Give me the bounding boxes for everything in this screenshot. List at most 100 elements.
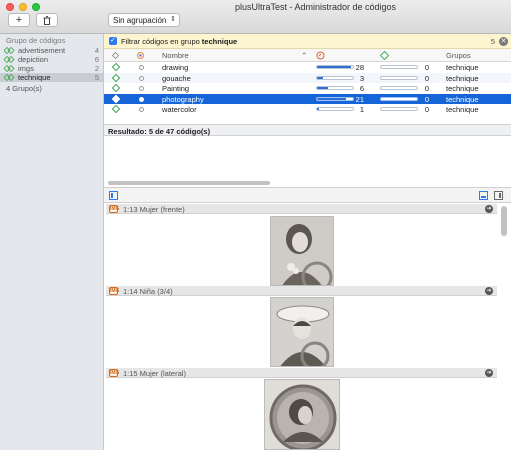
image-quotation-icon: IMG — [109, 205, 120, 213]
links-bar — [380, 86, 418, 90]
sidebar-group-imgs[interactable]: imgs 2 — [0, 64, 103, 73]
go-to-quotation-icon[interactable]: ➔ — [485, 287, 493, 295]
add-code-button[interactable]: + — [8, 13, 30, 27]
code-name: watercolor — [162, 105, 197, 114]
column-header-name[interactable]: Nombre — [162, 51, 189, 60]
code-column-icon[interactable] — [112, 52, 119, 59]
code-icon — [111, 104, 121, 114]
links-bar — [380, 107, 418, 111]
code-color-dot[interactable] — [139, 65, 144, 70]
quotations-bar — [316, 75, 354, 80]
table-row[interactable]: watercolor 1 0 technique — [104, 104, 511, 115]
links-count: 0 — [424, 94, 429, 104]
show-bottom-pane-icon[interactable] — [479, 191, 488, 200]
quotations-column-icon[interactable] — [316, 51, 325, 60]
code-groups-sidebar: Grupo de códigos advertisement 4 depicti… — [0, 34, 104, 450]
code-group: technique — [446, 105, 479, 114]
group-count: 6 — [94, 55, 99, 64]
quotations-bar-fill — [317, 76, 324, 79]
code-group: technique — [446, 84, 479, 93]
chevron-updown-icon: ⇕ — [170, 16, 176, 23]
title-bar: plusUltraTest - Administrador de códigos… — [0, 0, 511, 34]
group-name: imgs — [18, 64, 34, 73]
quotations-count: 21 — [355, 94, 364, 104]
code-group: technique — [446, 63, 479, 72]
links-bar — [380, 65, 418, 69]
go-to-quotation-icon[interactable]: ➔ — [485, 205, 493, 213]
code-icon — [111, 83, 121, 93]
delete-code-button[interactable] — [36, 13, 58, 27]
sidebar-header: Grupo de códigos — [6, 36, 66, 45]
show-right-pane-icon[interactable] — [494, 191, 503, 200]
quotations-bar — [316, 107, 354, 111]
horizontal-scrollbar[interactable] — [108, 181, 270, 185]
filter-checkbox[interactable]: ✓ — [109, 37, 117, 45]
close-filter-icon[interactable]: ✕ — [499, 37, 508, 46]
group-name: advertisement — [18, 46, 66, 55]
filter-group: technique — [201, 36, 238, 46]
toggle-sidebar-icon[interactable] — [109, 191, 118, 200]
links-bar — [380, 96, 418, 101]
vertical-scrollbar[interactable] — [501, 206, 507, 236]
group-count: 5 — [94, 73, 99, 82]
code-group: technique — [446, 73, 479, 83]
links-count: 0 — [424, 73, 429, 83]
image-quotation-icon: IMG — [109, 287, 120, 295]
result-summary: Resultado: 5 de 47 código(s) — [104, 124, 511, 136]
sort-ascending-icon[interactable]: ⌃ — [301, 51, 307, 60]
quotation-label: 1:14 Niña (3/4) — [123, 287, 173, 296]
code-color-dot[interactable] — [139, 107, 144, 112]
code-icon — [111, 94, 121, 103]
quotations-bar — [316, 96, 354, 101]
trash-icon — [43, 15, 51, 25]
quotation-label: 1:15 Mujer (lateral) — [123, 369, 186, 378]
code-group-icon — [4, 65, 15, 72]
table-row[interactable]: Painting 6 0 technique — [104, 83, 511, 94]
quotations-count: 3 — [359, 73, 364, 83]
quotation-toolbar — [104, 188, 511, 203]
code-icon — [111, 73, 121, 82]
sidebar-group-technique[interactable]: technique 5 — [0, 73, 103, 82]
grouping-select[interactable]: Sin agrupación ⇕ — [108, 13, 180, 27]
group-name: depiction — [18, 55, 49, 64]
table-row[interactable]: photography 21 0 technique — [104, 93, 511, 104]
quotation-header[interactable]: IMG 1:14 Niña (3/4) ➔ — [106, 286, 497, 296]
go-to-quotation-icon[interactable]: ➔ — [485, 369, 493, 377]
table-body: drawing 28 0 technique gouache 3 0 technique Pai… — [104, 62, 511, 115]
quotations-count: 6 — [359, 84, 364, 93]
quotations-panel: IMG 1:13 Mujer (frente) ➔ IMG 1:14 Niña … — [104, 204, 499, 450]
color-column-icon[interactable] — [137, 52, 144, 59]
quotations-bar-fill — [317, 66, 352, 68]
quotation-header[interactable]: IMG 1:15 Mujer (lateral) ➔ — [106, 368, 497, 378]
code-color-dot[interactable] — [139, 75, 144, 81]
quotation-label: 1:13 Mujer (frente) — [123, 205, 185, 214]
links-count: 0 — [424, 63, 429, 72]
code-color-dot[interactable] — [139, 86, 144, 91]
table-row[interactable]: drawing 28 0 technique — [104, 62, 511, 73]
table-row[interactable]: gouache 3 0 technique — [104, 72, 511, 83]
quotation-image — [264, 379, 340, 450]
code-name: Painting — [162, 84, 190, 93]
quotations-bar-fill — [317, 108, 319, 110]
sidebar-group-advertisement[interactable]: advertisement 4 — [0, 46, 103, 55]
quotations-count: 1 — [359, 105, 364, 114]
code-name: gouache — [162, 73, 191, 83]
filter-bar: ✓ Filtrar códigos en grupo technique 5 ✕ — [104, 34, 511, 49]
links-column-icon[interactable] — [380, 51, 389, 60]
window-title: plusUltraTest - Administrador de códigos — [234, 2, 397, 12]
quotations-bar-fill — [317, 87, 328, 89]
links-count: 0 — [424, 105, 429, 114]
image-quotation-icon: IMG — [109, 369, 120, 377]
links-count: 0 — [424, 84, 429, 93]
quotation-image — [270, 216, 334, 286]
code-color-dot[interactable] — [139, 96, 144, 102]
links-bar — [380, 75, 418, 80]
table-header: Nombre ⌃ Grupos — [104, 49, 511, 62]
quotations-bar — [316, 86, 354, 90]
quotation-header[interactable]: IMG 1:13 Mujer (frente) ➔ — [106, 204, 497, 214]
code-group-icon — [4, 47, 15, 54]
code-group-icon — [4, 56, 15, 63]
column-header-groups[interactable]: Grupos — [446, 51, 471, 60]
sidebar-group-depiction[interactable]: depiction 6 — [0, 55, 103, 64]
group-count: 4 — [94, 46, 99, 55]
